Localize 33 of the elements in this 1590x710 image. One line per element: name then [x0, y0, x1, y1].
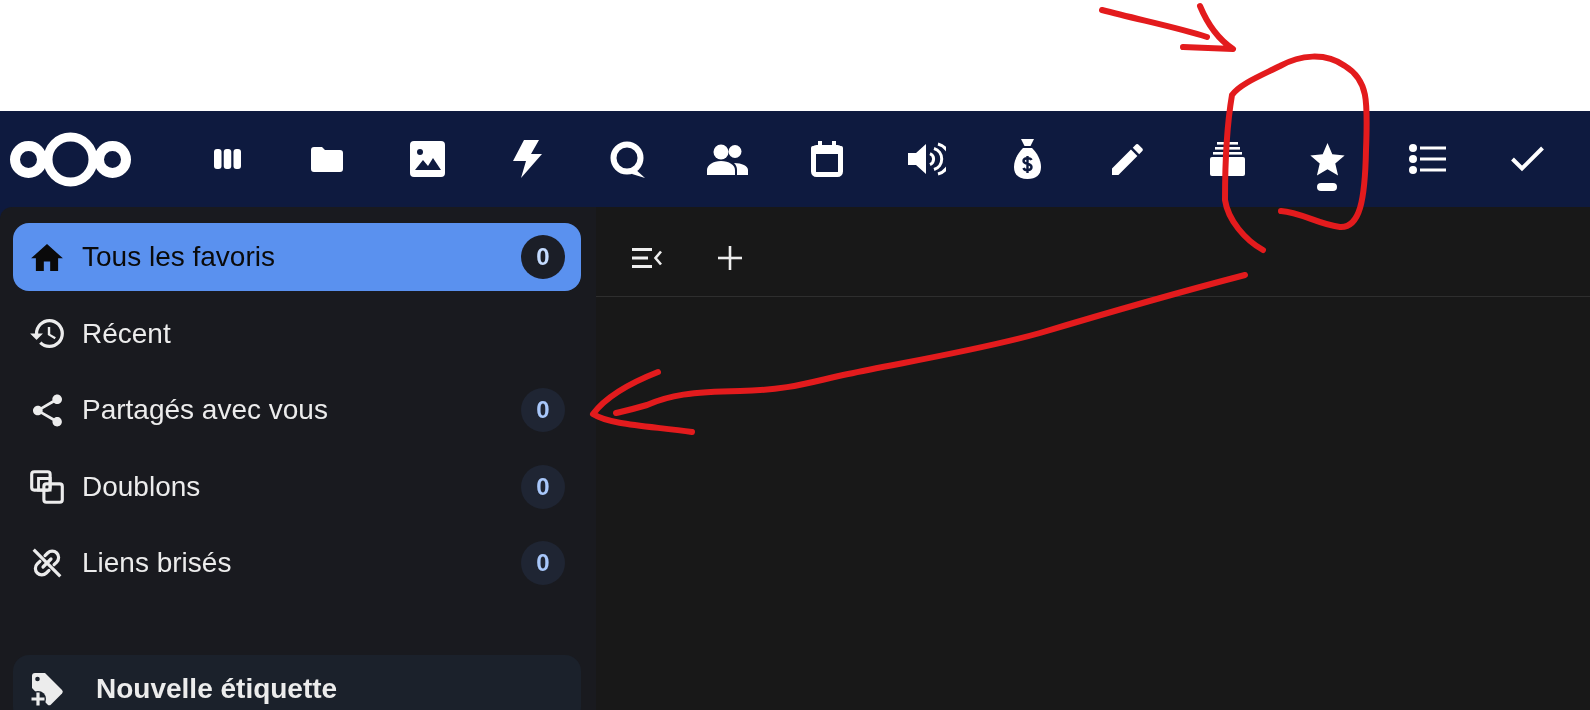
logo-icon[interactable]: [10, 131, 131, 187]
list-chevron-icon: [632, 247, 662, 268]
star-icon: [1309, 142, 1345, 176]
count-badge: 0: [521, 388, 565, 432]
share-icon: [32, 393, 62, 427]
count-badge: 0: [521, 235, 565, 279]
nav-item[interactable]: Tous les favoris 0: [13, 223, 581, 291]
nav-item[interactable]: Liens brisés 0: [13, 529, 581, 597]
calendar-icon: [811, 141, 843, 177]
nav-item[interactable]: Partagés avec vous 0: [13, 376, 581, 444]
nav-item[interactable]: Doublons 0: [13, 452, 581, 521]
overlapping-squares-icon: [30, 469, 64, 504]
folder-icon: [311, 146, 343, 172]
list-icon: [1408, 144, 1446, 174]
tag-plus-icon: [30, 671, 64, 707]
speech-bubble-icon: [609, 140, 645, 178]
home-icon: [31, 243, 63, 271]
plus-icon: [718, 245, 742, 270]
checkmark-icon: [1509, 145, 1545, 173]
broken-link-icon: [31, 547, 63, 579]
pencil-icon: [1111, 143, 1143, 175]
image-icon: [409, 141, 445, 177]
count-badge: 0: [521, 464, 565, 509]
lightning-icon: [512, 140, 542, 178]
columns-icon: [213, 149, 241, 169]
speaker-icon: [908, 142, 946, 176]
people-icon: [706, 143, 748, 175]
nav-item[interactable]: Récent: [13, 299, 581, 368]
count-badge: 0: [521, 541, 565, 585]
money-bag-icon: [1013, 139, 1041, 179]
card-stack-icon: [1209, 142, 1245, 176]
new-tag-button[interactable]: Nouvelle étiquette: [13, 655, 581, 710]
history-icon: [30, 319, 64, 348]
